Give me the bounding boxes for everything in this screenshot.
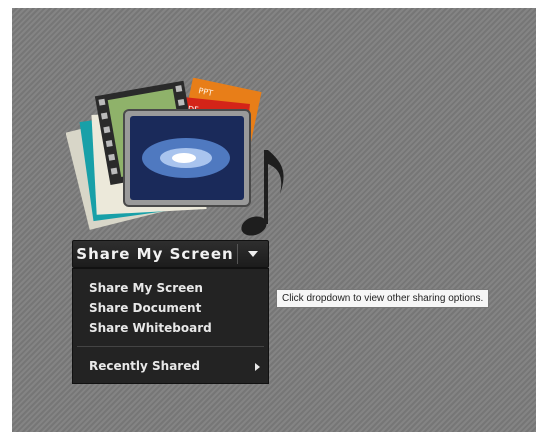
menu-item-share-document[interactable]: Share Document (89, 301, 201, 315)
chevron-down-icon (248, 251, 258, 257)
menu-divider (77, 346, 264, 347)
menu-item-share-my-screen[interactable]: Share My Screen (89, 281, 203, 295)
share-my-screen-label[interactable]: Share My Screen (73, 245, 237, 263)
monitor-icon (123, 109, 251, 207)
chevron-right-icon (255, 363, 260, 371)
share-dropdown-button[interactable] (238, 241, 268, 267)
share-pod-stage: PPT PDF (12, 8, 536, 432)
menu-item-share-whiteboard[interactable]: Share Whiteboard (89, 321, 212, 335)
share-tooltip: Click dropdown to view other sharing opt… (276, 289, 490, 308)
menu-item-recently-shared[interactable]: Recently Shared (89, 359, 200, 373)
share-illustration: PPT PDF (66, 78, 284, 236)
share-menu: Share My Screen Share Document Share Whi… (72, 268, 269, 384)
share-my-screen-button[interactable]: Share My Screen (72, 240, 269, 268)
